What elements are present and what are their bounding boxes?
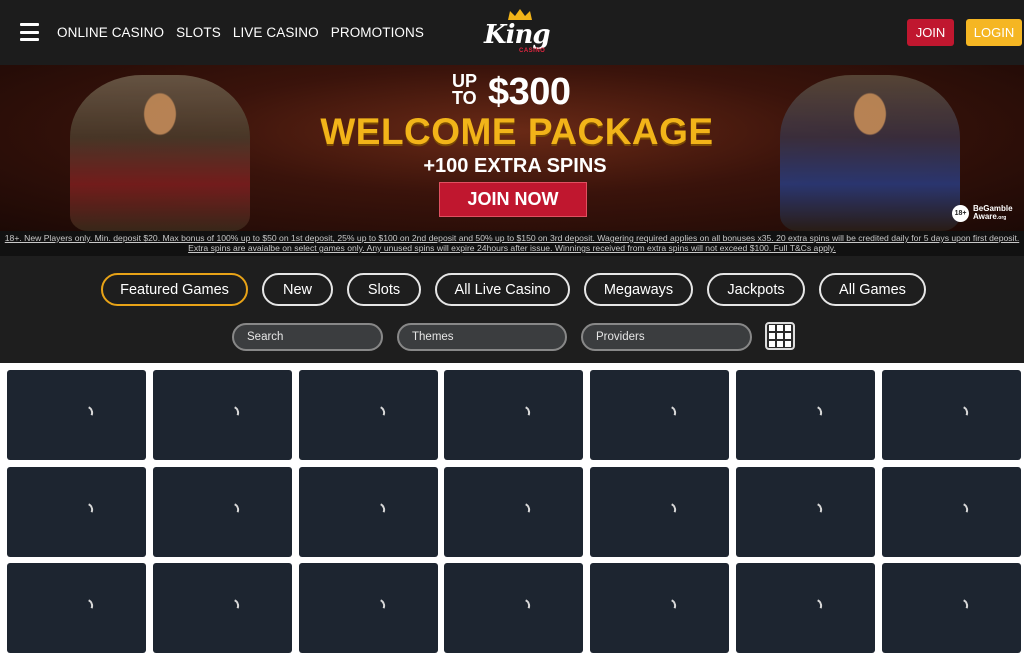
providers-dropdown[interactable]: Providers	[581, 323, 752, 351]
banner-headline: WELCOME PACKAGE	[320, 111, 714, 152]
search-input[interactable]: Search	[232, 323, 383, 351]
login-button[interactable]: LOGIN	[966, 19, 1022, 46]
loading-spinner-icon	[226, 500, 242, 518]
game-tile[interactable]	[590, 563, 729, 653]
loading-spinner-icon	[517, 403, 533, 421]
loading-spinner-icon	[517, 596, 533, 614]
loading-spinner-icon	[517, 500, 533, 518]
king-casino-logo[interactable]: King CASINO	[484, 8, 551, 56]
nav-live-casino[interactable]: LIVE CASINO	[233, 25, 319, 40]
top-header: ONLINE CASINO SLOTS LIVE CASINO PROMOTIO…	[0, 0, 1024, 65]
game-tile[interactable]	[882, 563, 1021, 653]
loading-spinner-icon	[372, 500, 388, 518]
hamburger-menu-icon[interactable]	[20, 23, 39, 41]
loading-spinner-icon	[226, 596, 242, 614]
game-tile[interactable]	[299, 563, 438, 653]
begamble-org: .org	[996, 215, 1007, 221]
loading-spinner-icon	[809, 596, 825, 614]
promo-banner[interactable]: UP TO $300 WELCOME PACKAGE +100 EXTRA SP…	[0, 65, 1024, 231]
loading-spinner-icon	[80, 403, 96, 421]
terms-text[interactable]: 18+. New Players only. Min. deposit $20.…	[0, 231, 1024, 256]
game-tile[interactable]	[7, 467, 146, 557]
grid-view-icon[interactable]	[765, 322, 795, 350]
nav-online-casino[interactable]: ONLINE CASINO	[57, 25, 164, 40]
game-tile[interactable]	[736, 563, 875, 653]
loading-spinner-icon	[663, 403, 679, 421]
tab-featured-games[interactable]: Featured Games	[101, 273, 248, 306]
game-tile[interactable]	[299, 467, 438, 557]
games-grid	[0, 363, 1024, 655]
game-tile[interactable]	[153, 370, 292, 460]
loading-spinner-icon	[809, 500, 825, 518]
game-tile[interactable]	[736, 370, 875, 460]
game-tile[interactable]	[153, 563, 292, 653]
knight-left-image	[70, 75, 250, 231]
begambleaware-badge[interactable]: 18+ BeGamble Aware.org	[952, 205, 1013, 222]
game-tile[interactable]	[7, 370, 146, 460]
loading-spinner-icon	[372, 596, 388, 614]
themes-dropdown[interactable]: Themes	[397, 323, 567, 351]
nav-slots[interactable]: SLOTS	[176, 25, 221, 40]
game-tile[interactable]	[882, 467, 1021, 557]
age-18-icon: 18+	[952, 205, 969, 222]
loading-spinner-icon	[80, 596, 96, 614]
loading-spinner-icon	[809, 403, 825, 421]
loading-spinner-icon	[955, 500, 971, 518]
game-tile[interactable]	[444, 563, 583, 653]
banner-to-word: TO	[452, 88, 477, 108]
loading-spinner-icon	[372, 403, 388, 421]
tab-all-live-casino[interactable]: All Live Casino	[435, 273, 570, 306]
game-tile[interactable]	[299, 370, 438, 460]
tab-all-games[interactable]: All Games	[819, 273, 926, 306]
join-now-button[interactable]: JOIN NOW	[439, 182, 587, 217]
game-tile[interactable]	[444, 467, 583, 557]
loading-spinner-icon	[226, 403, 242, 421]
begamble-text: BeGamble Aware.org	[973, 205, 1013, 222]
game-tile[interactable]	[153, 467, 292, 557]
loading-spinner-icon	[955, 403, 971, 421]
game-tile[interactable]	[882, 370, 1021, 460]
tab-new[interactable]: New	[262, 273, 333, 306]
game-tile[interactable]	[444, 370, 583, 460]
join-button[interactable]: JOIN	[907, 19, 954, 46]
main-nav: ONLINE CASINO SLOTS LIVE CASINO PROMOTIO…	[57, 0, 424, 65]
game-filters: Featured Games New Slots All Live Casino…	[0, 256, 1024, 363]
banner-up-to: UP TO	[452, 72, 477, 108]
begamble-line2: Aware	[973, 212, 997, 221]
game-tile[interactable]	[736, 467, 875, 557]
tab-megaways[interactable]: Megaways	[584, 273, 693, 306]
loading-spinner-icon	[663, 596, 679, 614]
nav-promotions[interactable]: PROMOTIONS	[331, 25, 424, 40]
game-tile[interactable]	[590, 370, 729, 460]
knight-right-image	[780, 75, 960, 231]
loading-spinner-icon	[80, 500, 96, 518]
logo-text: King	[484, 20, 551, 50]
tab-slots[interactable]: Slots	[347, 273, 421, 306]
game-tile[interactable]	[7, 563, 146, 653]
banner-extra-spins: +100 EXTRA SPINS	[423, 155, 607, 177]
banner-amount: $300	[488, 71, 571, 113]
game-tile[interactable]	[590, 467, 729, 557]
loading-spinner-icon	[663, 500, 679, 518]
logo-sub: CASINO	[519, 48, 546, 54]
loading-spinner-icon	[955, 596, 971, 614]
tab-jackpots[interactable]: Jackpots	[707, 273, 805, 306]
